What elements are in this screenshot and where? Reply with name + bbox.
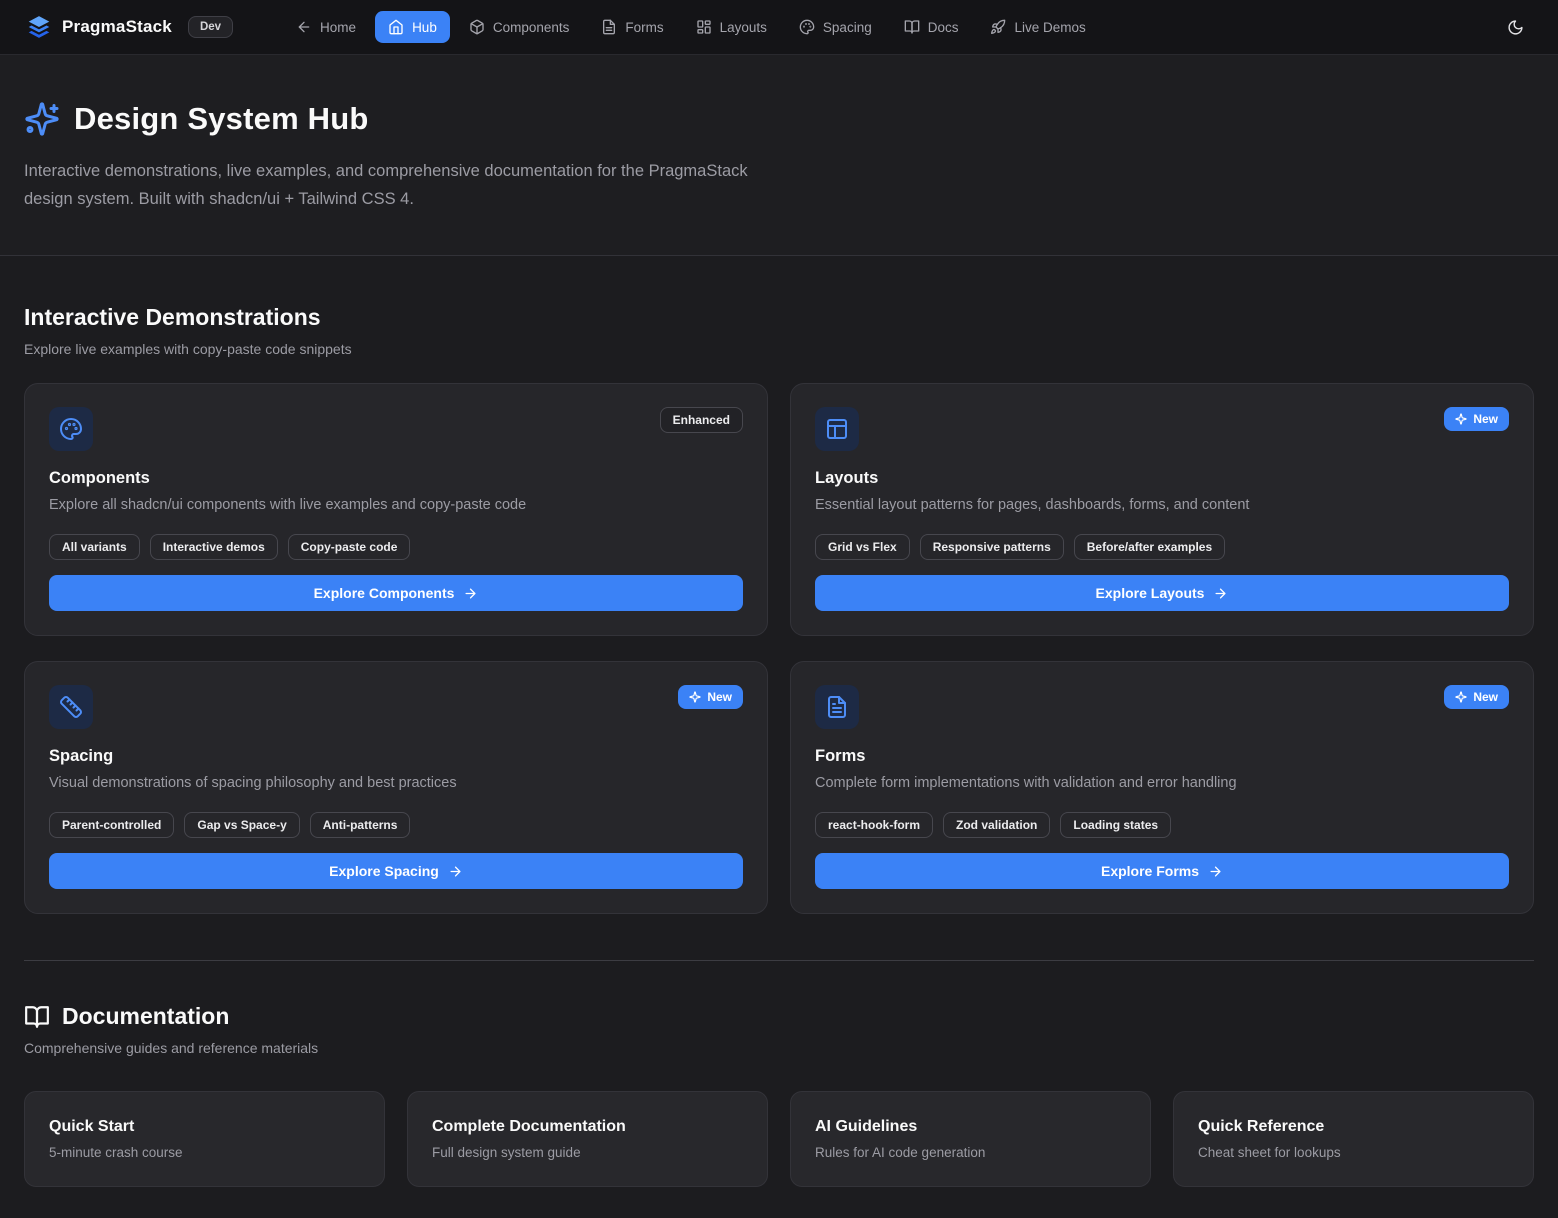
doc-card-title: Complete Documentation bbox=[432, 1118, 743, 1136]
demos-section-subheading: Explore live examples with copy-paste co… bbox=[24, 341, 1534, 357]
file-text-icon bbox=[815, 685, 859, 729]
doc-card-title: Quick Reference bbox=[1198, 1118, 1509, 1136]
doc-card-title: AI Guidelines bbox=[815, 1118, 1126, 1136]
card-title: Forms bbox=[815, 747, 1509, 766]
nav-item-live-demos[interactable]: Live Demos bbox=[977, 11, 1098, 43]
palette-icon bbox=[49, 407, 93, 451]
tag: Before/after examples bbox=[1074, 534, 1225, 560]
layout-dashboard-icon bbox=[696, 19, 712, 35]
new-badge: New bbox=[1444, 685, 1509, 709]
doc-card-quick-start[interactable]: Quick Start 5-minute crash course bbox=[24, 1091, 385, 1187]
doc-card-quick-reference[interactable]: Quick Reference Cheat sheet for lookups bbox=[1173, 1091, 1534, 1187]
sparkles-icon bbox=[1455, 413, 1467, 425]
docs-card-grid: Quick Start 5-minute crash course Comple… bbox=[24, 1091, 1534, 1187]
card-title: Components bbox=[49, 469, 743, 488]
demo-card-grid: Enhanced Components Explore all shadcn/u… bbox=[24, 383, 1534, 914]
tag-row: All variants Interactive demos Copy-past… bbox=[49, 534, 743, 560]
section-divider bbox=[24, 960, 1534, 961]
card-description: Visual demonstrations of spacing philoso… bbox=[49, 775, 743, 791]
tag: react-hook-form bbox=[815, 812, 933, 838]
top-navigation-bar: PragmaStack Dev Home Hub bbox=[0, 0, 1558, 55]
doc-card-complete-documentation[interactable]: Complete Documentation Full design syste… bbox=[407, 1091, 768, 1187]
brand[interactable]: PragmaStack Dev bbox=[26, 14, 233, 40]
card-description: Explore all shadcn/ui components with li… bbox=[49, 497, 743, 513]
sparkles-icon bbox=[689, 691, 701, 703]
book-open-icon bbox=[904, 19, 920, 35]
tag: Interactive demos bbox=[150, 534, 278, 560]
layers-icon bbox=[26, 14, 52, 40]
nav-item-layouts[interactable]: Layouts bbox=[683, 11, 780, 43]
package-icon bbox=[469, 19, 485, 35]
arrow-left-icon bbox=[296, 19, 312, 35]
nav-item-components[interactable]: Components bbox=[456, 11, 583, 43]
tag-row: react-hook-form Zod validation Loading s… bbox=[815, 812, 1509, 838]
home-icon bbox=[388, 19, 404, 35]
tag: Gap vs Space-y bbox=[184, 812, 299, 838]
arrow-right-icon bbox=[448, 864, 463, 879]
explore-layouts-button[interactable]: Explore Layouts bbox=[815, 575, 1509, 611]
tag-row: Parent-controlled Gap vs Space-y Anti-pa… bbox=[49, 812, 743, 838]
page-subtitle: Interactive demonstrations, live example… bbox=[24, 157, 784, 213]
tag: Anti-patterns bbox=[310, 812, 411, 838]
tag-row: Grid vs Flex Responsive patterns Before/… bbox=[815, 534, 1509, 560]
tag: Grid vs Flex bbox=[815, 534, 910, 560]
demo-card-components[interactable]: Enhanced Components Explore all shadcn/u… bbox=[24, 383, 768, 636]
panel-top-icon bbox=[815, 407, 859, 451]
new-badge: New bbox=[678, 685, 743, 709]
card-description: Complete form implementations with valid… bbox=[815, 775, 1509, 791]
explore-components-button[interactable]: Explore Components bbox=[49, 575, 743, 611]
rocket-icon bbox=[990, 19, 1006, 35]
palette-icon bbox=[799, 19, 815, 35]
demo-card-layouts[interactable]: New Layouts Essential layout patterns fo… bbox=[790, 383, 1534, 636]
doc-card-subtitle: Rules for AI code generation bbox=[815, 1145, 1126, 1160]
demo-card-spacing[interactable]: New Spacing Visual demonstrations of spa… bbox=[24, 661, 768, 914]
docs-section-subheading: Comprehensive guides and reference mater… bbox=[24, 1040, 1534, 1056]
demos-section-heading: Interactive Demonstrations bbox=[24, 304, 1534, 331]
moon-icon bbox=[1507, 19, 1524, 36]
nav-item-home[interactable]: Home bbox=[283, 11, 369, 43]
nav-item-hub[interactable]: Hub bbox=[375, 11, 450, 43]
explore-spacing-button[interactable]: Explore Spacing bbox=[49, 853, 743, 889]
tag: Copy-paste code bbox=[288, 534, 411, 560]
doc-card-ai-guidelines[interactable]: AI Guidelines Rules for AI code generati… bbox=[790, 1091, 1151, 1187]
explore-forms-button[interactable]: Explore Forms bbox=[815, 853, 1509, 889]
tag: Loading states bbox=[1060, 812, 1171, 838]
doc-card-subtitle: 5-minute crash course bbox=[49, 1145, 360, 1160]
main-content: Interactive Demonstrations Explore live … bbox=[0, 304, 1558, 1187]
new-badge: New bbox=[1444, 407, 1509, 431]
brand-name: PragmaStack bbox=[62, 17, 172, 37]
page-title: Design System Hub bbox=[74, 101, 369, 137]
doc-card-title: Quick Start bbox=[49, 1118, 360, 1136]
theme-toggle-button[interactable] bbox=[1499, 11, 1532, 44]
book-open-icon bbox=[24, 1004, 50, 1030]
nav-item-docs[interactable]: Docs bbox=[891, 11, 972, 43]
card-description: Essential layout patterns for pages, das… bbox=[815, 497, 1509, 513]
doc-card-subtitle: Cheat sheet for lookups bbox=[1198, 1145, 1509, 1160]
demo-card-forms[interactable]: New Forms Complete form implementations … bbox=[790, 661, 1534, 914]
ruler-icon bbox=[49, 685, 93, 729]
file-text-icon bbox=[601, 19, 617, 35]
arrow-right-icon bbox=[463, 586, 478, 601]
tag: Zod validation bbox=[943, 812, 1050, 838]
card-title: Layouts bbox=[815, 469, 1509, 488]
env-badge: Dev bbox=[188, 16, 233, 38]
tag: Parent-controlled bbox=[49, 812, 174, 838]
arrow-right-icon bbox=[1208, 864, 1223, 879]
nav-item-spacing[interactable]: Spacing bbox=[786, 11, 885, 43]
tag: Responsive patterns bbox=[920, 534, 1064, 560]
docs-section-heading: Documentation bbox=[62, 1003, 229, 1030]
sparkles-icon bbox=[1455, 691, 1467, 703]
card-title: Spacing bbox=[49, 747, 743, 766]
arrow-right-icon bbox=[1213, 586, 1228, 601]
primary-nav: Home Hub Components bbox=[283, 11, 1099, 43]
sparkles-icon bbox=[24, 101, 60, 137]
tag: All variants bbox=[49, 534, 140, 560]
enhanced-badge: Enhanced bbox=[660, 407, 743, 433]
doc-card-subtitle: Full design system guide bbox=[432, 1145, 743, 1160]
hero-section: Design System Hub Interactive demonstrat… bbox=[0, 55, 1558, 256]
nav-item-forms[interactable]: Forms bbox=[588, 11, 676, 43]
